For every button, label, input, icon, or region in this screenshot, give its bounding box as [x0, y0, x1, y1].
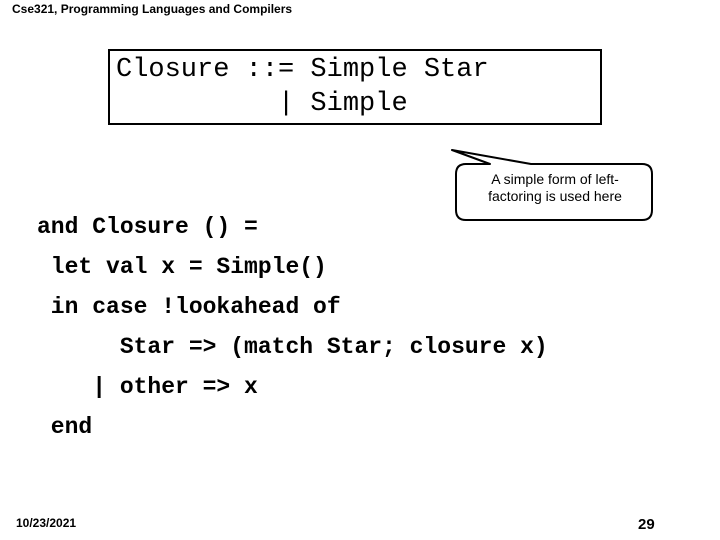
page-number: 29	[638, 516, 655, 533]
code-line: let val x = Simple()	[37, 254, 327, 280]
callout-line: A simple form of left-	[491, 171, 619, 187]
grammar-box: Closure ::= Simple Star | Simple	[108, 49, 602, 125]
code-line: in case !lookahead of	[37, 294, 341, 320]
code-line: | other => x	[37, 374, 258, 400]
callout-text: A simple form of left- factoring is used…	[456, 171, 654, 205]
grammar-line: | Simple	[116, 89, 408, 119]
code-line: end	[37, 414, 93, 440]
callout-line: factoring is used here	[488, 188, 622, 204]
slide-header: Cse321, Programming Languages and Compil…	[12, 2, 293, 16]
footer-date: 10/23/2021	[16, 516, 77, 530]
code-line: and Closure () =	[37, 214, 258, 240]
code-line: Star => (match Star; closure x)	[37, 334, 548, 360]
grammar-line: Closure ::= Simple Star	[116, 55, 489, 85]
